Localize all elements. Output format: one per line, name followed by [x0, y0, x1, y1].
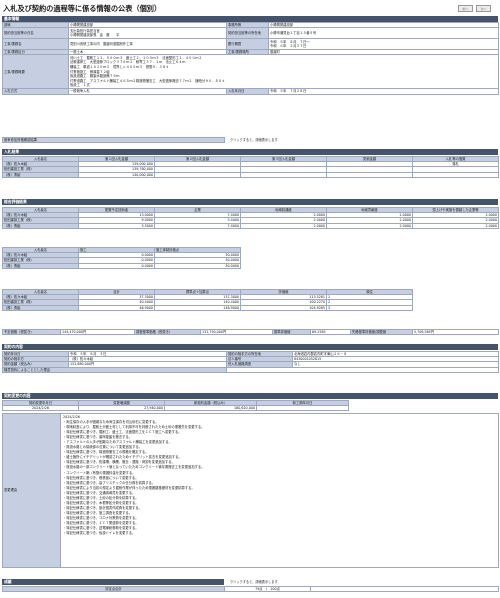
price-table: 予定価格（税抜き） 144,470,000円 調査基準価格（税抜き） 131,7…	[2, 328, 499, 336]
survey-price-label: 調査基準価格（税抜き）	[134, 328, 201, 336]
summary-value: 河川土工 掘削工１２，５００ｍ３ 盛土工２，１００ｍ３ 法面整形工１，４００ｍ２…	[68, 54, 499, 90]
bid-results-table: 入札者名 第１回入札金額 第２回入札金額 第３回入札金額 見積金額 入札等の措置…	[2, 155, 499, 178]
planned-price-label: 予定価格（税抜き）	[2, 328, 61, 336]
work-name-label: 工事/業務名	[2, 38, 69, 51]
officer-value: 支出負担行為担当官 小樽開発建設部長 遠 藤 平	[68, 27, 227, 40]
title-bar: 入札及び契約の過程等に係る情報の公表（個別） 前へ 次へ	[2, 2, 498, 14]
officer-line-2: 小樽開発建設部長 遠 藤 平	[70, 33, 120, 38]
work-name-value: 見別川改修工事の内 蘭越河道掘削外工事	[68, 38, 227, 51]
reason-line: ・特記仕様書に基づき、仮設トイレを変更する。	[63, 531, 136, 536]
bidder-name: （株）勇組	[2, 304, 79, 311]
change-reason-value: 2024/2/26 ・両生保存の入手が困難なため両生保存を切込砂石に変更する。 …	[60, 413, 499, 568]
evaluation-table-3: 入札者名 合計 標準点＋加算点 評価値 順位 （株）佐々木組 37.3000 1…	[2, 288, 413, 311]
table-row: （株）勇組 140,000,000	[2, 171, 499, 178]
standard-score-value: 69.2585	[310, 328, 351, 336]
eval-total-label: 評定点合計	[2, 585, 225, 593]
results-table: 評定点合計 79点 / 100点	[2, 585, 499, 593]
competition-table[interactable]: 競争参加資格確認結果	[2, 136, 225, 144]
competition-link[interactable]: 競争参加資格確認結果	[2, 136, 225, 144]
table-row: （株）勇組 0.0000 30.0000	[2, 262, 241, 269]
results-blank	[310, 585, 499, 593]
bid-date-value: 令和 ５年 ７月２８日	[268, 88, 499, 95]
score-cell: 46.9000	[78, 304, 155, 311]
summary-label: 工事/業務概要	[2, 54, 69, 90]
exclusion-value: 5,706,565円	[412, 328, 499, 336]
change-date: 2024/2/26	[2, 405, 79, 412]
bid-amount-1: 140,000,000	[78, 171, 155, 178]
officer-address-value: 小樽市潮見台１丁目１５番５号	[268, 27, 499, 40]
change-reason-label: 変更理由	[2, 413, 61, 568]
prev-button[interactable]: 前へ	[458, 5, 473, 12]
period-value: 令和 ５年 ８月 ７日〜 令和 ６年 ２月２７日	[268, 38, 499, 51]
new-contract-amount: 180,620,000	[164, 405, 257, 412]
score-cell: 2.0000	[240, 222, 327, 229]
basic-info-table: 部局 小樽開発建設部 事務所等 小樽開発建設部 契約担当官等の氏名 支出負担行為…	[2, 21, 499, 95]
score-cell: 0.0000	[78, 262, 155, 269]
evaluation-heading: 総合評価結果	[2, 199, 498, 205]
results-heading[interactable]: 成績	[2, 579, 224, 585]
table-row: 2024/2/26 27,940,000 180,620,000	[2, 405, 349, 412]
results-note: クリックすると、詳細表示します	[230, 580, 278, 584]
score-cell: 30.0000	[154, 262, 241, 269]
bid-action	[412, 171, 499, 178]
competition-note: クリックすると、詳細表示します	[230, 138, 278, 142]
discretionary-reason-value	[226, 366, 499, 373]
score-cell: 104.9285	[240, 304, 327, 311]
eval-total-value: 79点 / 100点	[224, 585, 311, 593]
score-cell: 7.4000	[154, 222, 241, 229]
summary-line: 仮設工 １式	[70, 83, 90, 88]
bid-amount-3	[240, 171, 327, 178]
standard-score-label: 基準評価値	[272, 328, 311, 336]
new-period	[256, 405, 349, 412]
next-button[interactable]: 次へ	[476, 5, 491, 12]
score-cell: 3.5000	[78, 222, 155, 229]
discretionary-reason-label: 随意契約によることとした理由	[2, 366, 227, 373]
change-reason-table: 変更理由 2024/2/26 ・両生保存の入手が困難なため両生保存を切込砂石に変…	[2, 413, 499, 568]
table-row: （株）勇組 3.5000 7.4000 2.0000 2.0000 2.0000	[2, 222, 499, 229]
page-title: 入札及び契約の過程等に係る情報の公表（個別）	[3, 4, 162, 13]
period-label: 履行期間	[226, 38, 269, 51]
change-heading: 契約変更の内容	[2, 393, 498, 399]
evaluation-table-1: 入札者名 配置予定技術者 企業 地域精通度 地域貢献度 週上げや実施を優越した企…	[2, 206, 499, 229]
bid-date-label: 入札年月日	[226, 88, 269, 95]
evaluation-table-2: 入札者名 施工 施工体制評価点 （株）佐々木組 0.0000 30.0000 松…	[2, 246, 241, 269]
contract-heading: 契約の内容	[2, 344, 498, 350]
officer-address-label: 契約担当官等の所在地	[226, 27, 269, 40]
method-value: 一般競争入札	[68, 88, 227, 95]
bidder-name: （株）勇組	[2, 171, 79, 178]
bidder-name: （株）勇組	[2, 222, 79, 229]
contract-table: 契約年月日 令和 ５年 ８月 ３日 契約の相手方の所在地 北海道岩内郡岩内町字東…	[2, 350, 499, 373]
bid-results-heading: 入札結果	[2, 149, 498, 155]
survey-price-value: 131,750,000円	[200, 328, 273, 336]
planned-price-value: 144,470,000円	[60, 328, 135, 336]
table-row: （株）勇組 46.9000 146.9000 104.9285 3	[2, 304, 413, 311]
change-amount: 27,940,000	[78, 405, 165, 412]
estimate-amount	[326, 171, 413, 178]
rank-cell: 3	[326, 304, 413, 311]
exclusion-label: 失格基準評価値/調整値	[350, 328, 413, 336]
change-table: 契約変更年月日 変更増減額 新契約金額（税込み） 新工期年月日 2024/2/2…	[2, 399, 349, 412]
score-cell: 2.0000	[326, 222, 413, 229]
score-cell: 2.0000	[412, 222, 499, 229]
period-to: 令和 ６年 ２月２７日	[270, 44, 307, 49]
method-label: 入札方式	[2, 88, 69, 95]
bid-amount-2	[154, 171, 241, 178]
bidder-name: （株）勇組	[2, 262, 79, 269]
score-cell: 146.9000	[154, 304, 241, 311]
officer-label: 契約担当官等の氏名	[2, 27, 69, 40]
